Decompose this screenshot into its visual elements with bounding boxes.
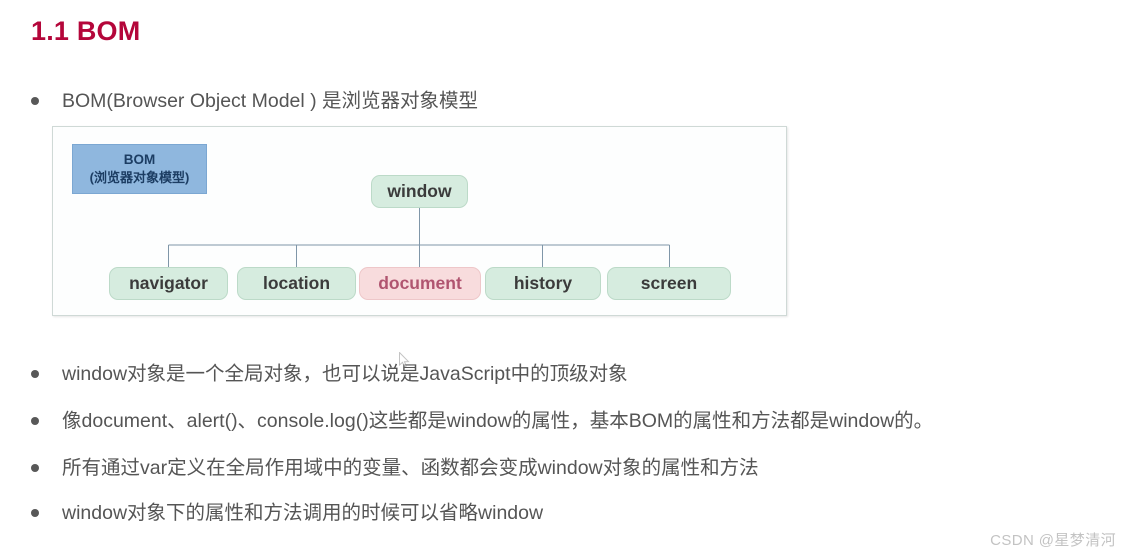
bullet-text-global: window对象是一个全局对象，也可以说是JavaScript中的顶级对象 (62, 363, 628, 385)
tree-node-history-label: history (513, 273, 573, 293)
bullet-text-omit: window对象下的属性和方法调用的时候可以省略window (62, 502, 544, 524)
bom-diagram: BOM (浏览器对象模型) window navigator location … (52, 126, 787, 316)
bullet-dot-icon (31, 417, 39, 425)
bullet-text-props: 像document、alert()、console.log()这些都是windo… (62, 410, 934, 432)
tree-node-location-label: location (262, 273, 331, 293)
tree-node-window-label: window (387, 181, 452, 201)
bullet-item-props: 像document、alert()、console.log()这些都是windo… (31, 408, 933, 434)
tree-node-navigator-label: navigator (129, 273, 208, 293)
tree-node-navigator[interactable]: navigator (109, 267, 228, 300)
bullet-item-global: window对象是一个全局对象，也可以说是JavaScript中的顶级对象 (31, 361, 628, 387)
bullet-item-var: 所有通过var定义在全局作用域中的变量、函数都会变成window对象的属性和方法 (31, 455, 759, 481)
tree-node-document-label: document (378, 273, 462, 293)
bullet-dot-icon (31, 509, 39, 517)
bullet-dot-icon (31, 97, 39, 105)
tree-node-screen-label: screen (640, 273, 698, 293)
mouse-cursor-icon (399, 352, 410, 368)
csdn-watermark: CSDN @星梦清河 (990, 532, 1116, 549)
tree-node-document[interactable]: document (359, 267, 481, 300)
bullet-item-intro: BOM(Browser Object Model ) 是浏览器对象模型 (31, 88, 478, 114)
bullet-dot-icon (31, 464, 39, 472)
bullet-text-intro: BOM(Browser Object Model ) 是浏览器对象模型 (62, 90, 479, 112)
tree-node-location[interactable]: location (237, 267, 356, 300)
page-title: 1.1 BOM (31, 16, 141, 46)
bullet-text-var: 所有通过var定义在全局作用域中的变量、函数都会变成window对象的属性和方法 (62, 457, 759, 479)
tree-node-window[interactable]: window (371, 175, 468, 208)
diagram-canvas: BOM (浏览器对象模型) window navigator location … (53, 127, 786, 315)
bullet-dot-icon (31, 370, 39, 378)
tree-node-history[interactable]: history (485, 267, 601, 300)
tree-node-screen[interactable]: screen (607, 267, 731, 300)
bullet-item-omit: window对象下的属性和方法调用的时候可以省略window (31, 500, 543, 526)
